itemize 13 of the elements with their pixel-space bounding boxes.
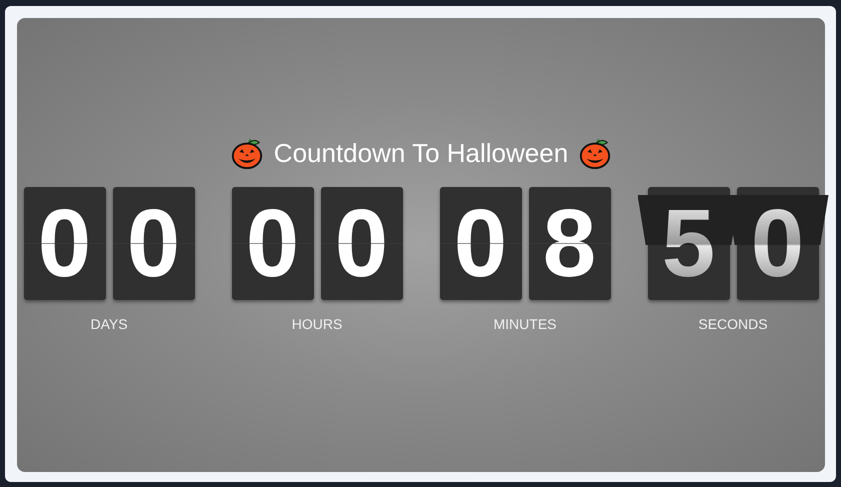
flip-digit: 8 <box>528 187 610 300</box>
countdown-title: Countdown To Halloween <box>274 138 568 168</box>
flip-digit: 0 <box>232 187 314 300</box>
flip-digit: 0 <box>112 187 194 300</box>
unit-label: SECONDS <box>698 316 768 332</box>
pumpkin-icon <box>230 136 264 170</box>
unit-label: MINUTES <box>494 316 556 332</box>
unit-label: HOURS <box>292 316 342 332</box>
pumpkin-icon <box>578 136 612 170</box>
flip-digit: 0 <box>440 187 522 300</box>
flip-digit: 0 <box>320 187 402 300</box>
flip-digit: 0 <box>24 187 106 300</box>
unit-label: DAYS <box>90 316 128 332</box>
